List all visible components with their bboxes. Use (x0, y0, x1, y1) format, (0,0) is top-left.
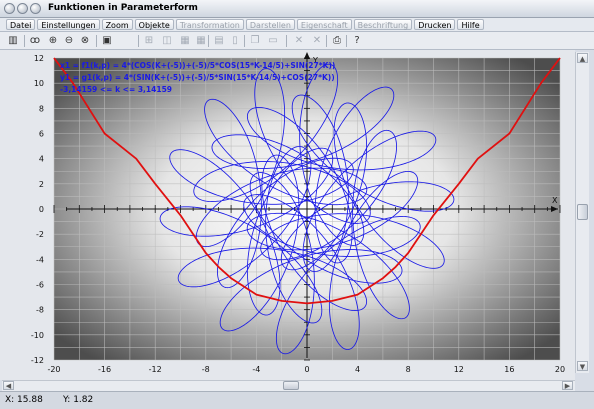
toolbar-separator (326, 35, 327, 47)
y-tick-label: 2 (39, 180, 44, 189)
document-icon[interactable]: ▯ (228, 34, 242, 47)
menu-einstellungen[interactable]: Einstellungen (37, 19, 100, 30)
toolbar: ▥ ꝏ ⊕ ⊖ ⊗ ▣ ⊞ ◫ ▦ ▦ ▤ ▯ ❐ ▭ ✕ ✕ ⎙? (0, 32, 594, 50)
copy-icon[interactable]: ❐ (248, 34, 262, 47)
x-axis-label: X (552, 196, 558, 205)
menu-bar: Datei Einstellungen Zoom Objekte Transformat… (0, 18, 594, 32)
scroll-right-icon[interactable]: ▶ (562, 381, 573, 390)
scroll-left-icon[interactable]: ◀ (3, 381, 14, 390)
scroll-down-icon[interactable]: ▼ (577, 361, 588, 371)
x-tick-label: 4 (355, 365, 360, 374)
x-tick-label: 20 (555, 365, 565, 374)
horizontal-scroll-thumb[interactable] (283, 381, 299, 390)
status-x-coordinate: X: 15.88 (5, 395, 43, 405)
menu-zoom[interactable]: Zoom (101, 19, 133, 30)
horizontal-scrollbar[interactable]: ◀ ▶ (2, 380, 575, 391)
y-tick-label: -2 (36, 230, 44, 239)
zoom-in-icon[interactable]: ⊕ (46, 34, 60, 47)
x-tick-label: 0 (304, 365, 309, 374)
x-tick-label: -12 (149, 365, 162, 374)
menu-beschriftung[interactable]: Beschriftung (353, 19, 413, 30)
paste-icon[interactable]: ▭ (266, 34, 280, 47)
zoom-reset-icon[interactable]: ⊗ (78, 34, 92, 47)
formula-annotation: x1 = f1(k,p) = 4*(COS(K+(-5))+(-5)/5*COS… (60, 61, 335, 70)
cut-icon[interactable]: ✕ (292, 34, 306, 47)
y-tick-label: -6 (36, 281, 44, 290)
calculator-icon[interactable]: ▥ (6, 34, 20, 47)
toolbar-separator (286, 35, 287, 47)
delete-icon[interactable]: ✕ (310, 34, 324, 47)
toolbar-separator (244, 35, 245, 47)
help-icon[interactable]: ? (350, 34, 364, 47)
toolbar-separator (138, 35, 139, 47)
glasses-icon[interactable]: ꝏ (28, 34, 42, 47)
window-controls (4, 3, 41, 14)
vertical-scroll-thumb[interactable] (577, 204, 588, 220)
menu-objekte[interactable]: Objekte (134, 19, 174, 30)
menu-drucken[interactable]: Drucken (414, 19, 456, 30)
toolbar-separator (24, 35, 25, 47)
title-bar: Funktionen in Parameterform (0, 0, 594, 18)
x-tick-label: -4 (252, 365, 260, 374)
toolbar-separator (208, 35, 209, 47)
print-icon[interactable]: ⎙ (330, 34, 344, 47)
y-tick-label: -4 (36, 255, 44, 264)
window-title: Funktionen in Parameterform (48, 3, 198, 13)
y-tick-label: 0 (39, 205, 44, 214)
frame-icon[interactable]: ◫ (160, 34, 174, 47)
menu-darstellen[interactable]: Darstellen (245, 19, 295, 30)
y-tick-label: 12 (34, 54, 44, 63)
formula-annotation: y1 = g1(k,p) = 4*(SIN(K+(-5))+(-5)/5*SIN… (60, 73, 335, 82)
x-tick-label: -20 (47, 365, 60, 374)
x-tick-label: 16 (504, 365, 514, 374)
maximize-icon[interactable] (30, 3, 41, 14)
chart-svg: -20 -16 -12 -8 -4 0 4 8 12 16 20-12-10-8-6-4-20246… (0, 50, 575, 380)
toolbar-separator (346, 35, 347, 47)
tile-icon[interactable]: ⊞ (142, 34, 156, 47)
y-tick-label: 10 (34, 79, 44, 88)
zoom-out-icon[interactable]: ⊖ (62, 34, 76, 47)
y-tick-label: -12 (31, 356, 44, 365)
y-tick-label: -8 (36, 306, 44, 315)
menu-transformation[interactable]: Transformation (175, 19, 244, 30)
x-tick-label: -16 (98, 365, 111, 374)
x-tick-label: -8 (202, 365, 210, 374)
minimize-icon[interactable] (17, 3, 28, 14)
formula-annotation: -3,14159 <= k <= 3,14159 (60, 85, 172, 94)
scroll-up-icon[interactable]: ▲ (577, 53, 588, 63)
close-icon[interactable] (4, 3, 15, 14)
x-tick-label: 12 (454, 365, 464, 374)
menu-hilfe[interactable]: Hilfe (457, 19, 484, 30)
y-tick-label: 8 (39, 104, 44, 113)
status-bar: X: 15.88 Y: 1.82 (0, 391, 594, 409)
toolbar-separator (96, 35, 97, 47)
y-tick-label: -10 (31, 331, 44, 340)
grid-icon[interactable]: ▦ (178, 34, 192, 47)
vertical-scrollbar[interactable]: ▲ ▼ (575, 52, 589, 373)
x-tick-label: 8 (406, 365, 411, 374)
table-icon[interactable]: ▤ (212, 34, 226, 47)
y-tick-label: 4 (39, 155, 44, 164)
grid-2-icon[interactable]: ▦ (194, 34, 208, 47)
window-icon[interactable]: ▣ (100, 34, 114, 47)
status-y-coordinate: Y: 1.82 (63, 395, 94, 405)
menu-eigenschaft[interactable]: Eigenschaft (296, 19, 352, 30)
menu-datei[interactable]: Datei (6, 19, 36, 30)
plot-area[interactable]: -20 -16 -12 -8 -4 0 4 8 12 16 20 -12 -10 -8 -6 -4 -2 0 2 4 6… (0, 50, 594, 380)
y-tick-label: 6 (39, 130, 44, 139)
